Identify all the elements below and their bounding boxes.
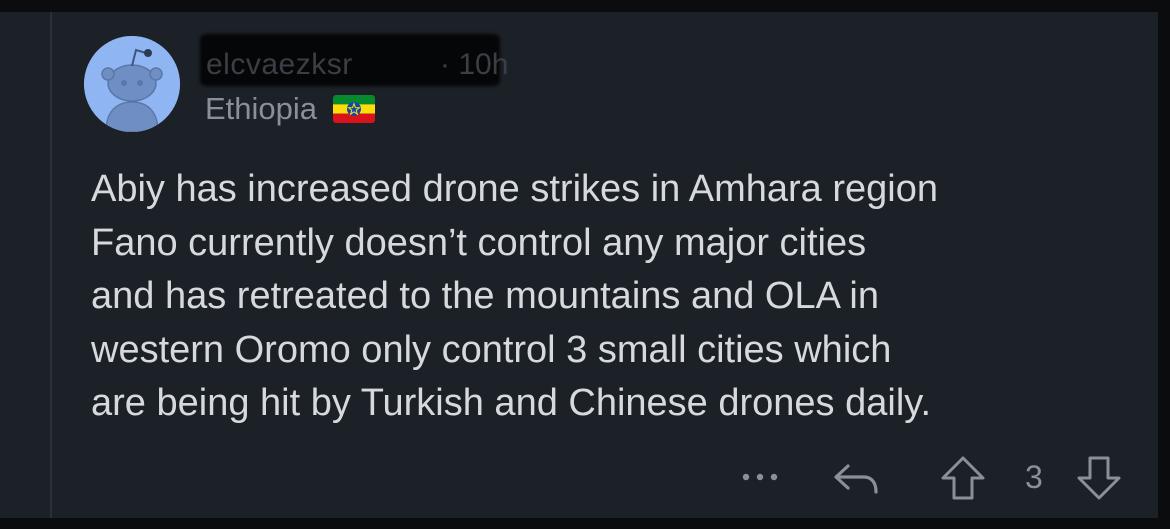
screenshot-frame: elcvaezksr · 10h Ethiopia Abiy has incre…	[0, 0, 1170, 529]
vote-count: 3	[1025, 459, 1043, 495]
user-flair: Ethiopia	[205, 89, 376, 129]
comment-author[interactable]: elcvaezksr	[206, 48, 353, 82]
more-options-icon[interactable]	[740, 462, 780, 492]
comment-meta: · 10h	[440, 48, 508, 82]
ethiopia-flag-icon	[333, 95, 376, 123]
flair-text: Ethiopia	[205, 91, 318, 126]
user-avatar[interactable]	[84, 36, 180, 132]
comment-actions: 3	[0, 452, 1158, 502]
comment-body: Abiy has increased drone strikes in Amha…	[91, 168, 939, 424]
downvote-icon[interactable]	[1076, 454, 1122, 502]
upvote-icon[interactable]	[940, 454, 986, 502]
comment-card: elcvaezksr · 10h Ethiopia Abiy has incre…	[0, 12, 1158, 518]
comment-age: 10h	[458, 48, 509, 81]
meta-separator: ·	[440, 48, 450, 81]
snoo-avatar-icon	[84, 36, 180, 132]
reply-icon[interactable]	[830, 456, 882, 500]
thread-line[interactable]	[50, 12, 52, 518]
